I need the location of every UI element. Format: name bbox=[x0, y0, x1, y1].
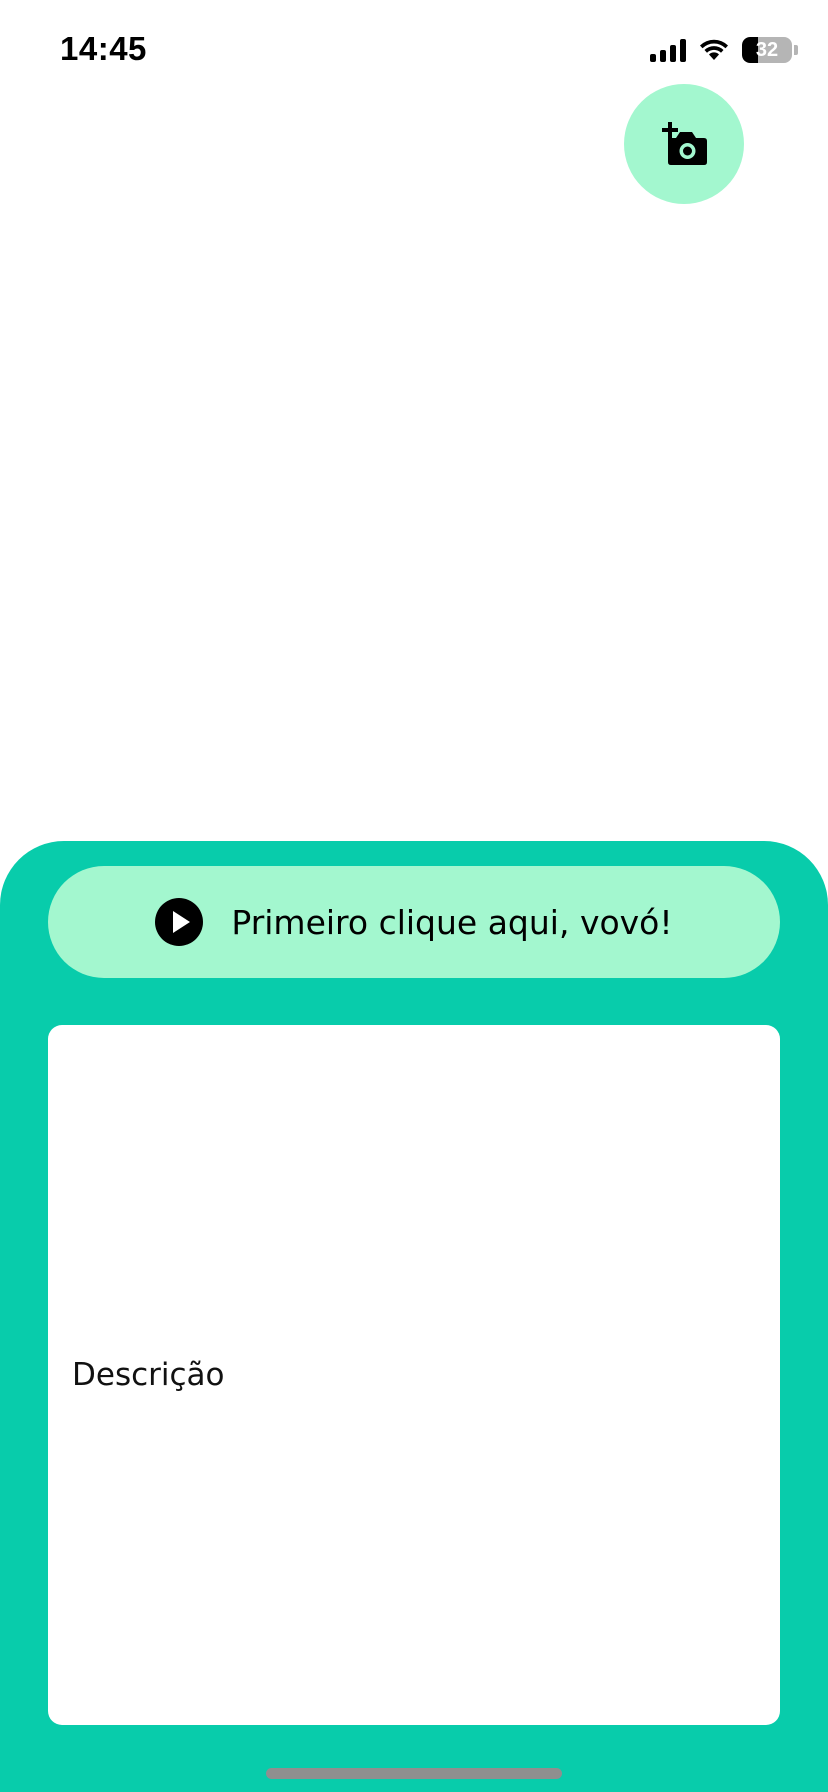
status-time: 14:45 bbox=[60, 30, 147, 67]
play-icon bbox=[155, 898, 204, 946]
add-photo-camera-icon bbox=[662, 122, 707, 165]
description-field[interactable]: Descrição bbox=[48, 1025, 780, 1725]
wifi-icon bbox=[700, 39, 728, 60]
status-bar: 14:45 32 bbox=[0, 0, 828, 100]
play-audio-button[interactable]: Primeiro clique aqui, vovó! bbox=[48, 866, 780, 978]
status-icons: 32 bbox=[650, 34, 798, 66]
battery-icon: 32 bbox=[742, 37, 792, 63]
battery-tip bbox=[794, 45, 798, 55]
home-indicator bbox=[266, 1768, 562, 1779]
screen: 14:45 32 Primeiro clique aqui, vovó! Des… bbox=[0, 0, 828, 1792]
battery-level: 32 bbox=[755, 38, 779, 61]
play-button-label: Primeiro clique aqui, vovó! bbox=[231, 902, 673, 942]
description-placeholder: Descrição bbox=[72, 1357, 225, 1393]
add-photo-button[interactable] bbox=[624, 84, 744, 204]
bottom-sheet: Primeiro clique aqui, vovó! Descrição bbox=[0, 841, 828, 1792]
signal-icon bbox=[650, 38, 686, 62]
